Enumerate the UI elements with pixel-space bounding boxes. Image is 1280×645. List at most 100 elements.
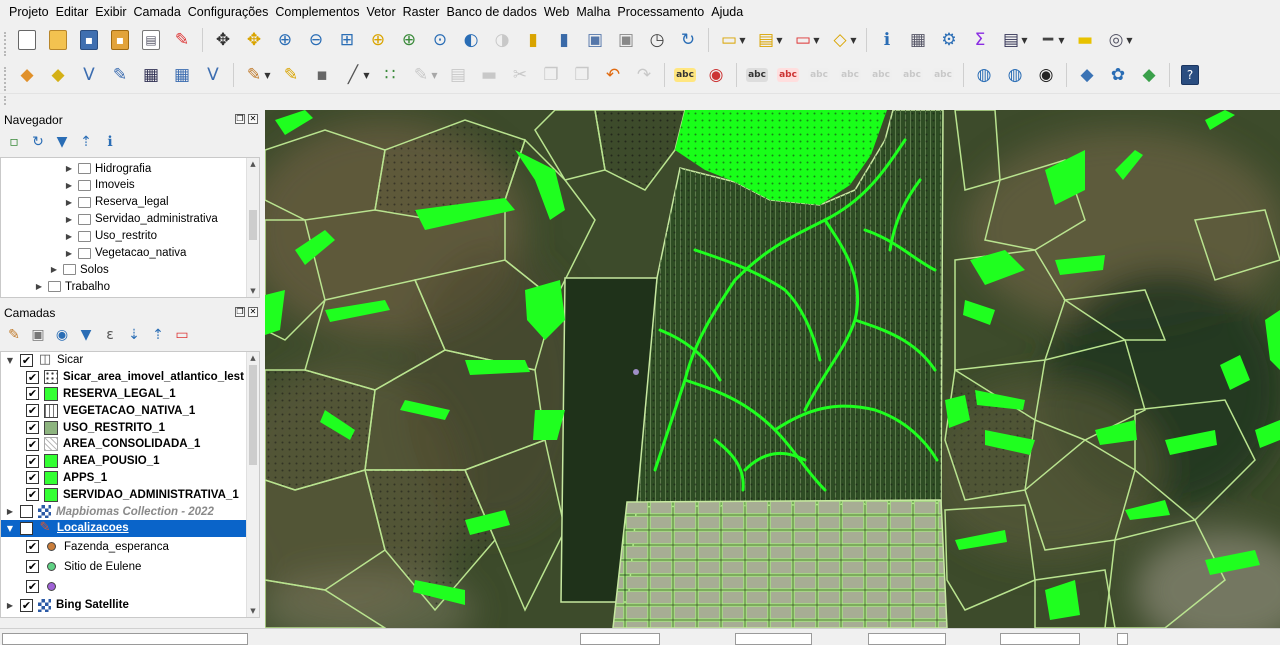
new-shapefile-button[interactable]: V — [77, 63, 101, 87]
layer-row[interactable]: ✔ USO_RESTRITO_1 — [1, 419, 246, 436]
scroll-down-icon[interactable]: ▼ — [247, 285, 259, 297]
layers-list[interactable]: ▲ ▼ ▼ ✔ ◫ Sicar ✔ Sicar_area_imovel_atlantico… — [0, 351, 260, 618]
select-features-button[interactable]: ▭ ▼ — [717, 28, 747, 52]
filter-expression-button[interactable]: ε — [100, 325, 120, 345]
layer-row[interactable]: ✔ Sicar_area_imovel_atlantico_lest — [1, 369, 246, 386]
dropdown-arrow-icon[interactable]: ▼ — [1020, 36, 1029, 45]
tree-item[interactable]: ▶ Trabalho — [1, 278, 246, 295]
layer-visibility-checkbox[interactable]: ✔ — [26, 560, 39, 574]
layer-diagram-button[interactable]: ◉ — [704, 63, 728, 87]
tree-item[interactable]: ▶ Imoveis — [1, 177, 246, 194]
layer-labeling-button[interactable]: abc — [673, 63, 697, 87]
zoom-last-button[interactable]: ◐ — [459, 28, 483, 52]
save-project-button[interactable]: ▪ — [77, 28, 101, 52]
print-layout-button[interactable]: ▤ — [139, 28, 163, 52]
redo-button[interactable]: ↷ — [632, 63, 656, 87]
filter-legend-button[interactable]: ▼ — [76, 325, 96, 345]
add-group-button[interactable]: ▣ — [28, 325, 48, 345]
pan-selection-button[interactable]: ✥ — [242, 28, 266, 52]
pin-labels-button[interactable]: abc — [745, 63, 769, 87]
dropdown-arrow-icon[interactable]: ▼ — [1125, 36, 1134, 45]
expand-arrow-icon[interactable]: ▶ — [3, 507, 17, 516]
coordinate-field[interactable] — [580, 633, 660, 645]
modify-attributes-button[interactable]: ▤ — [446, 63, 470, 87]
layer-row[interactable]: ✔ RESERVA_LEGAL_1 — [1, 386, 246, 403]
zoom-in-button[interactable]: ⊕ — [273, 28, 297, 52]
temporal-controller-button[interactable]: ◷ — [645, 28, 669, 52]
move-diagram-button[interactable]: abc — [900, 63, 924, 87]
globe-capture-button[interactable]: ◍ — [1003, 63, 1027, 87]
new-geopackage-button[interactable]: ◆ — [46, 63, 70, 87]
dropdown-arrow-icon[interactable]: ▼ — [738, 36, 747, 45]
layer-visibility-checkbox[interactable]: ✔ — [26, 437, 39, 451]
scroll-thumb[interactable] — [249, 365, 257, 465]
map-canvas[interactable] — [265, 110, 1280, 628]
move-label-button[interactable]: abc — [807, 63, 831, 87]
plugin-2-button[interactable]: ◆ — [1137, 63, 1161, 87]
scroll-up-icon[interactable]: ▲ — [247, 158, 259, 170]
data-source-manager-button[interactable]: ◆ — [15, 63, 39, 87]
layer-visibility-checkbox[interactable] — [20, 505, 33, 519]
globe-coord-button[interactable]: ◍ — [972, 63, 996, 87]
dropdown-arrow-icon[interactable]: ▼ — [1057, 36, 1066, 45]
expand-arrow-icon[interactable]: ▼ — [3, 524, 17, 533]
measure-button[interactable]: ━ ▼ — [1036, 28, 1066, 52]
paste-features-button[interactable]: ❐ — [570, 63, 594, 87]
dropdown-arrow-icon[interactable]: ▼ — [812, 36, 821, 45]
rotation-field[interactable] — [1000, 633, 1080, 645]
layer-row[interactable]: ▼ ✔ ✎ Localizacoes — [1, 520, 246, 537]
toolbar-grip[interactable] — [4, 32, 9, 56]
save-as-button[interactable]: ▪ — [108, 28, 132, 52]
scroll-up-icon[interactable]: ▲ — [247, 352, 259, 364]
layer-row[interactable]: ▶ Mapbiomas Collection - 2022 — [1, 503, 246, 520]
menu-processamento[interactable]: Processamento — [617, 5, 704, 19]
expand-arrow-icon[interactable]: ▶ — [62, 215, 76, 224]
style-manager-button[interactable]: ✎ — [170, 28, 194, 52]
locate-button[interactable]: ◎ ▼ — [1104, 28, 1134, 52]
new-virtual-layer-button[interactable]: ▦ — [139, 63, 163, 87]
layer-row[interactable]: ✔ Fazenda_esperanca — [1, 537, 246, 557]
layer-visibility-checkbox[interactable]: ✔ — [26, 370, 39, 384]
tree-item[interactable]: ▶ Uso_restrito — [1, 228, 246, 245]
statistics-button[interactable]: Σ — [968, 28, 992, 52]
zoom-native-button[interactable]: ⊙ — [428, 28, 452, 52]
collapse-all-button[interactable]: ⇡ — [76, 132, 96, 152]
new-bookmark-button[interactable]: ▮ — [521, 28, 545, 52]
tree-item[interactable]: ▶ Servidao_administrativa — [1, 211, 246, 228]
layer-visibility-checkbox[interactable]: ✔ — [26, 404, 39, 418]
menu-exibir[interactable]: Exibir — [95, 5, 126, 19]
dropdown-arrow-icon[interactable]: ▼ — [849, 36, 858, 45]
show-hide-labels-button[interactable]: abc — [776, 63, 800, 87]
vertex-tool-button[interactable]: ∷ — [378, 63, 402, 87]
toolbar-grip[interactable] — [4, 96, 9, 105]
deselect-button[interactable]: ▭ ▼ — [791, 28, 821, 52]
tree-item[interactable]: ▶ Vegetacao_nativa — [1, 245, 246, 262]
layer-row[interactable]: ✔ AREA_CONSOLIDADA_1 — [1, 436, 246, 453]
close-icon[interactable]: ✕ — [248, 114, 258, 124]
expand-arrow-icon[interactable]: ▶ — [62, 198, 76, 207]
select-value-button[interactable]: ▤ ▼ — [754, 28, 784, 52]
add-selected-button[interactable]: ▫ — [4, 132, 24, 152]
magnifier-field[interactable] — [868, 633, 946, 645]
menu-vetor[interactable]: Vetor — [366, 5, 395, 19]
zoom-next-button[interactable]: ◑ — [490, 28, 514, 52]
zoom-layer-button[interactable]: ⊕ — [397, 28, 421, 52]
expand-arrow-icon[interactable]: ▶ — [47, 265, 61, 274]
dropdown-arrow-icon[interactable]: ▼ — [362, 71, 371, 80]
satellite-map[interactable] — [265, 110, 1280, 628]
info-button[interactable]: ℹ — [100, 132, 120, 152]
dropdown-arrow-icon[interactable]: ▼ — [775, 36, 784, 45]
collapse-all-button[interactable]: ⇡ — [148, 325, 168, 345]
new-temporary-layer-button[interactable]: ▦ — [170, 63, 194, 87]
annotation-button[interactable]: ▬ — [1073, 28, 1097, 52]
menu-configuracoes[interactable]: Configurações — [188, 5, 269, 19]
layer-row[interactable]: ✔ — [1, 577, 246, 597]
expand-arrow-icon[interactable]: ▶ — [62, 181, 76, 190]
layer-row[interactable]: ✔ APPS_1 — [1, 470, 246, 487]
python-console-button[interactable]: ◆ — [1075, 63, 1099, 87]
scroll-down-icon[interactable]: ▼ — [247, 605, 259, 617]
tree-item[interactable]: ▶ Reserva_legal — [1, 194, 246, 211]
toolbar-grip[interactable] — [4, 67, 9, 91]
copy-features-button[interactable]: ❐ — [539, 63, 563, 87]
new-project-button[interactable] — [15, 28, 39, 52]
